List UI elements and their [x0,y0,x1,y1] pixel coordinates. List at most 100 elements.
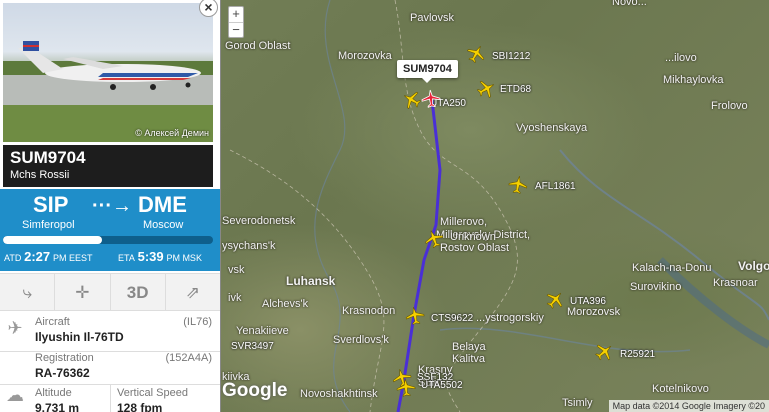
registration-value: RA-76362 [35,366,90,380]
panel-toolbar: ⤷ ✛ 3D ⇗ [0,273,220,311]
place-shilovo: ...ilovo [665,52,697,64]
place-ivk: ivk [228,292,242,304]
place-yenakiieve: Yenakiieve [236,325,289,337]
altitude-row: ☁ Altitude 9,731 m Vertical Speed 128 fp… [0,385,220,412]
place-belaya: Belaya [452,341,486,353]
callsign-etd68: ETD68 [500,84,532,95]
place-rostov-oblast: Rostov Oblast [440,242,510,254]
destination-code: DME [138,192,187,217]
airplane-icon: ✈ [7,318,23,338]
vertical-speed-value: 128 fpm [117,401,163,412]
origin-city: Simferopol [22,219,75,231]
registration-code: (152A4A) [165,352,212,364]
center-aircraft-button[interactable]: ✛ [55,274,111,310]
divider [110,385,111,412]
vertical-speed-label: Vertical Speed [117,387,188,399]
flight-marker-cts9622[interactable] [403,304,426,327]
center-icon: ✛ [75,283,90,302]
route-button[interactable]: ⤷ [0,274,56,310]
destination-city: Moscow [143,219,184,231]
view-3d-label: 3D [126,283,149,302]
flight-header: SUM9704 Mchs Rossii [3,145,213,187]
place-gorod-oblast: Gorod Oblast [225,40,291,52]
zoom-in-button[interactable]: + [229,7,243,22]
route-section: SIP Simferopol ···→ DME Moscow ATD 2:27 … [0,189,220,271]
place-alchevsk: Alchevs'k [262,298,309,310]
flight-marker-uta5502[interactable] [395,377,417,399]
place-volgo: Volgo [738,259,769,273]
airplane-icon [396,378,416,397]
zoom-out-button[interactable]: − [229,22,243,37]
place-kotelnikovo: Kotelnikovo [652,383,709,395]
airplane-icon [405,307,425,325]
aircraft-code: (IL76) [183,316,212,328]
aircraft-label: Aircraft [35,316,70,328]
place-millerovo: Millerovo, [440,216,488,228]
callsign-afl1861: AFL1861 [535,181,576,192]
close-panel-button[interactable]: × [199,0,218,17]
google-logo: Google [222,380,288,401]
callsign-cts9622: CTS9622 [431,313,474,324]
flight-marker-sum9704-selected[interactable] [420,88,442,110]
place-frolovo: Frolovo [711,100,748,112]
aircraft-value: Ilyushin Il-76TD [35,330,124,344]
eta-label: ETA [118,253,135,263]
atd-time: 2:27 [24,249,51,264]
callsign-sbi1212: SBI1212 [492,51,531,62]
registration-label: Registration [35,352,94,364]
place-tsimly: Tsimly [562,397,593,409]
place-mikhaylovka: Mikhaylovka [663,74,724,86]
eta-time: 5:39 [137,249,164,264]
place-ostrogorskiy: ...ystrogorskiy [476,312,544,324]
aircraft-row: ✈ Aircraft (IL76) Ilyushin Il-76TD [0,312,220,352]
place-kalach-na-donu: Kalach-na-Donu [632,262,712,274]
selected-flight-label[interactable]: SUM9704 [397,60,458,83]
close-icon: × [204,0,213,15]
place-unknown: Unknown [450,231,496,243]
flight-id: SUM9704 [10,148,86,167]
photo-credit: © Алексей Демин [135,128,209,138]
place-morozovsk: Morozovsk [567,306,621,318]
atd-suffix: PM EEST [52,253,93,263]
zoom-control: + − [228,6,244,38]
place-pavlovsk: Pavlovsk [410,12,455,24]
altitude-value: 9,731 m [35,401,80,412]
aircraft-photo-image [3,41,213,142]
callsign-uta5502: UTA5502 [421,380,463,391]
place-lysychansk: ysychans'k [222,240,276,252]
callsign-svr3497: SVR3497 [231,341,274,352]
callsign-uta396: UTA396 [570,296,606,307]
share-icon: ⇗ [185,283,200,302]
view-3d-button[interactable]: 3D [111,274,166,310]
airplane-icon [508,176,528,194]
place-sverdlovsk: Sverdlovs'k [333,334,389,346]
map-attribution[interactable]: Map data ©2014 Google Imagery ©20 [608,400,769,412]
flight-info-panel: © Алексей Демин × SUM9704 Mchs Rossii SI… [0,0,221,412]
flight-progress-fill [3,236,102,244]
airline-name: Mchs Rossii [10,169,70,181]
share-button[interactable]: ⇗ [166,274,220,310]
origin-code: SIP [33,192,69,217]
route-icon: ⤷ [22,283,32,302]
route-arrow-icon: ···→ [92,195,132,217]
aircraft-photo[interactable]: © Алексей Демин [3,3,213,142]
place-vyoshenskaya: Vyoshenskaya [516,122,588,134]
place-novoshakhtinsk: Novoshakhtinsk [300,388,378,400]
cloud-icon: ☁ [6,385,24,405]
place-vsk: vsk [228,264,245,276]
place-surovikino: Surovikino [630,281,682,293]
place-novo: Novo... [612,0,647,8]
flight-progress-bar [3,236,213,244]
callsign-r25921: R25921 [620,349,656,360]
altitude-label: Altitude [35,387,72,399]
flight-marker-afl1861[interactable] [506,173,529,196]
place-kalitva: Kalitva [452,353,486,365]
atd-label: ATD [4,253,22,263]
place-severodonetsk: Severodonetsk [222,215,296,227]
place-morozovka: Morozovka [338,50,392,62]
registration-row: Registration (152A4A) RA-76362 [0,352,220,385]
airplane-icon [421,89,441,108]
place-krasnoar: Krasnoar [713,277,758,289]
place-luhansk: Luhansk [286,274,336,288]
eta-suffix: PM MSK [166,253,202,263]
